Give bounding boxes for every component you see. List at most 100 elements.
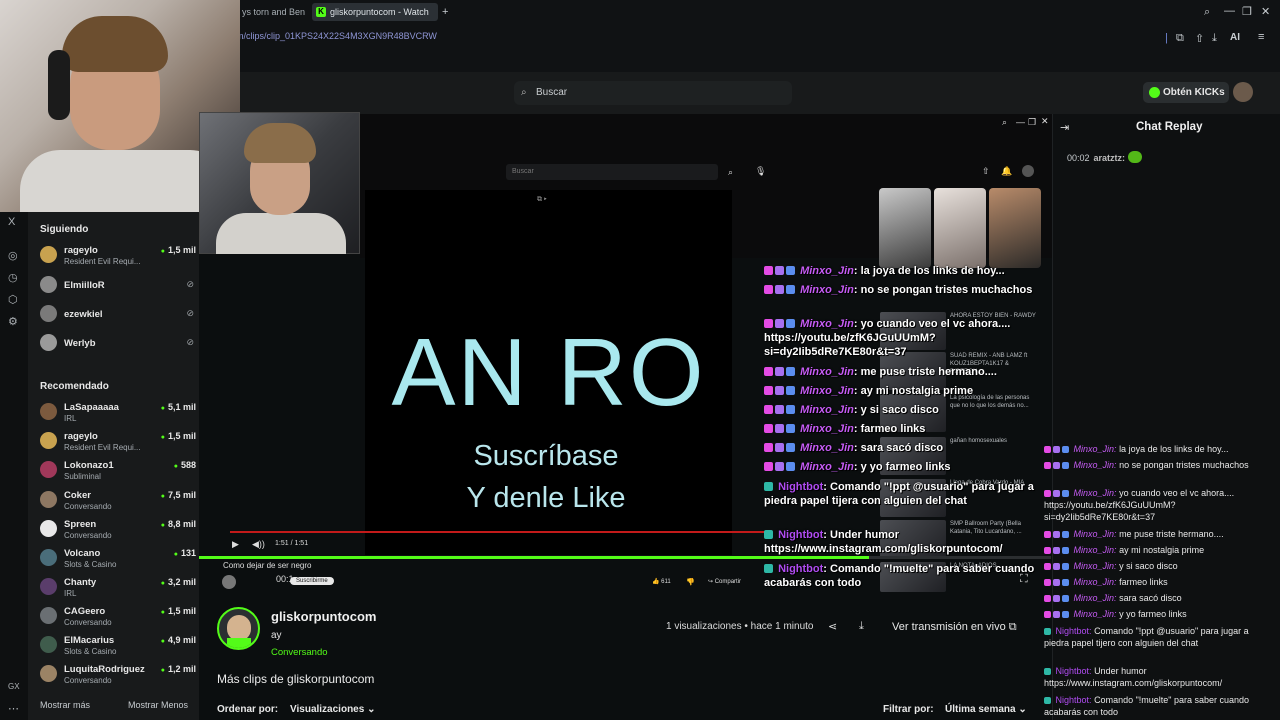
channel-category: Resident Evil Requi... [64,257,141,266]
chat-message: Minxo_Jin: y si saco disco [1044,560,1274,572]
clip-category[interactable]: Conversando [271,647,328,658]
avatar [40,520,57,537]
inner-minimize-icon: — [1016,117,1025,127]
sidebar-channel[interactable]: LaSapaaaaaIRL 5,1 mil [40,399,196,425]
sidebar-channel[interactable]: LuquitaRodriguezConversando 1,2 mil [40,661,196,687]
show-less-button[interactable]: Mostrar Menos [128,700,188,710]
collapse-chat-icon[interactable]: ⇥ [1060,121,1069,134]
address-bar[interactable]: m/clips/clip_01KPS24X22S4M3XGN9R48BVCRW [236,31,437,41]
sidebar-channel[interactable]: ElMacariusSlots & Casino 4,9 mil [40,632,196,658]
webcam-hair [62,16,168,72]
overlay-chat-message: Minxo_Jin: no se pongan tristes muchacho… [764,283,1039,297]
channel-name[interactable]: gliskorpuntocom [271,609,376,624]
emote-icon [1128,151,1143,163]
viewer-count: 131 [174,548,196,558]
sidebar-channel[interactable]: ElmiilloR ⊘ [40,272,196,298]
channel-name: rageylo [64,245,98,256]
chat-message: Nightbot: Comando "!ppt @usuario" para j… [1044,626,1249,648]
filter-dropdown[interactable]: Última semana ⌄ [945,704,1027,715]
play-circle-icon[interactable]: ◎ [8,249,18,262]
gx-icon[interactable]: GX [8,682,20,691]
channel-category: Slots & Casino [64,560,117,569]
overlay-chat-message: Minxo_Jin: y si saco disco [764,403,1039,417]
play-icon[interactable]: ▶ [232,539,239,550]
overlay-chat-message: Minxo_Jin: me puse triste hermano.... [764,365,1039,379]
extension-icon[interactable]: ⧉ [1176,32,1184,45]
avatar [40,607,57,624]
video-caption-line2: Y denle Like [466,482,626,514]
share-icon[interactable]: ⇧ [1195,32,1204,45]
viewer-count: 4,9 mil [161,635,196,645]
inner-progress-bar[interactable] [230,531,770,533]
channel-category: Resident Evil Requi... [64,443,141,452]
sidebar-channel[interactable]: VolcanoSlots & Casino 131 [40,545,196,571]
watch-live-button[interactable]: Ver transmisión en vivo ⧉ [886,615,1032,639]
overlay-chat-message: Minxo_Jin: yo cuando veo el vc ahora....… [764,318,1011,358]
sidebar-channel[interactable]: Lokonazo1Subliminal 588 [40,457,196,483]
overlay-chat-message: Nightbot: Under humor https://www.instag… [764,529,1003,555]
inner-video-title: Como dejar de ser negro [223,561,312,570]
history-icon[interactable]: ◷ [8,271,18,284]
following-title: Siguiendo [40,224,89,235]
sidebar-channel[interactable]: SpreenConversando 8,8 mil [40,516,196,542]
watch-live-label: Ver transmisión en vivo [892,621,1006,633]
download-icon[interactable]: ⤓ [1212,32,1217,45]
discover-icon[interactable]: ⬡ [8,293,18,306]
search-input[interactable]: ⌕ Buscar [514,81,792,105]
recommended-thumbnail [989,188,1041,268]
sidebar-channel[interactable]: ChantyIRL 3,2 mil [40,574,196,600]
chat-message: Nightbot: Comando "!muelte" para saber c… [1044,695,1250,717]
x-icon[interactable]: X [8,216,15,228]
channel-category: Conversando [64,618,112,627]
sidebar-channel[interactable]: rageyloResident Evil Requi... 1,5 mil [40,428,196,454]
sidebar-channel[interactable]: CokerConversando 7,5 mil [40,487,196,513]
video-time: 1:51 / 1:51 [275,540,309,547]
filter-label: Filtrar por: [883,704,934,715]
more-icon[interactable]: ⋯ [8,702,19,715]
inner-channel-avatar [222,575,236,589]
kicks-coin-icon [1149,87,1160,98]
user-avatar[interactable] [1233,82,1253,102]
search-icon: ⌕ [521,87,527,98]
chat-message: Minxo_Jin: yo cuando veo el vc ahora....… [1044,488,1235,522]
browser-tab-active[interactable]: Kgliskorpuntocom - Watch [312,3,438,21]
download-icon[interactable]: ⤓ [859,620,864,633]
get-kicks-button[interactable]: Obtén KICKs [1143,82,1229,103]
channel-name: Werlyb [64,338,96,349]
sidebar-channel[interactable]: ezewkiel ⊘ [40,301,196,327]
channel-avatar[interactable] [217,607,260,650]
clip-age: hace 1 minuto [750,621,814,632]
channel-category: Conversando [64,531,112,540]
channel-name: Spreen [64,519,97,530]
sort-dropdown[interactable]: Visualizaciones ⌄ [290,704,375,715]
volume-icon[interactable]: ◀)) [252,539,265,550]
chat-message: Minxo_Jin: farmeo links [1044,576,1274,588]
inner-subscribe-button: Suscribirme [290,577,334,585]
ai-button[interactable]: AI [1230,32,1240,43]
avatar [40,432,57,449]
chat-message: Minxo_Jin: la joya de los links de hoy..… [1044,443,1274,455]
overlay-chat-message: Minxo_Jin: y yo farmeo links [764,460,1039,474]
avatar [40,305,57,322]
fullscreen-icon[interactable]: ⛶ [1020,573,1028,586]
new-tab-button[interactable]: + [442,6,448,18]
channel-name: ezewkiel [64,309,103,320]
more-clips-heading: Más clips de gliskorpuntocom [217,672,375,686]
share-icon[interactable]: ⋖ [828,620,837,633]
channel-category: Subliminal [64,472,101,481]
offline-icon: ⊘ [186,337,194,347]
sidebar-channel[interactable]: Werlyb ⊘ [40,330,196,356]
sidebar-channel[interactable]: rageyloResident Evil Requi... 1,5 mil [40,242,196,268]
settings-gear-icon[interactable]: ⚙ [8,315,18,328]
sidebar-channel[interactable]: CAGeeroConversando 1,5 mil [40,603,196,629]
kick-favicon-icon: K [316,7,326,17]
search-icon[interactable]: ⌕ [1204,6,1210,19]
maximize-icon[interactable]: ❐ [1242,5,1252,18]
show-more-button[interactable]: Mostrar más [40,700,90,710]
inner-maximize-icon: ❐ [1028,117,1037,127]
minimize-icon[interactable]: — [1224,5,1235,17]
browser-tab[interactable]: ys torn and Ben r [236,3,306,21]
menu-icon[interactable]: ≡ [1258,31,1264,43]
close-icon[interactable]: ✕ [1261,5,1270,18]
dislike-icon: 👎 [686,579,695,586]
